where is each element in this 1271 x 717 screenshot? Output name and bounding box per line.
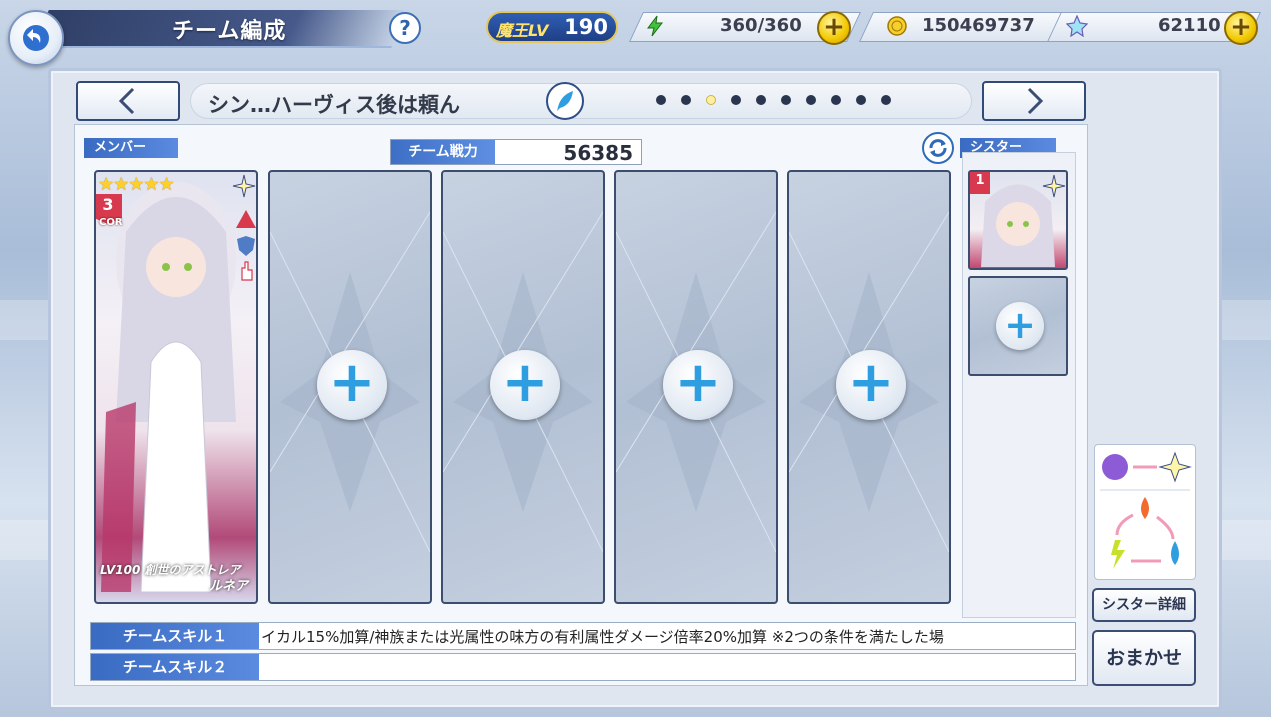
member-slot-4[interactable]: + — [614, 170, 778, 604]
sister-slot-2[interactable]: + — [968, 276, 1068, 376]
add-member-button[interactable]: + — [836, 350, 906, 420]
sister-detail-button[interactable]: シスター詳細 — [1092, 588, 1196, 622]
swap-refresh-button[interactable] — [922, 132, 954, 164]
page-dot[interactable] — [806, 95, 816, 105]
team-skill-label: チームスキル２ — [91, 654, 259, 680]
light-element-icon — [1158, 451, 1192, 483]
sister-rank-badge: 1 — [970, 172, 990, 194]
team-skill-text: イカル15%加算/神族または光属性の味方の有利属性ダメージ倍率20%加算 ※2つ… — [261, 628, 944, 646]
page-dot[interactable] — [756, 95, 766, 105]
feather-pen-icon — [557, 91, 573, 111]
element-cycle-diagram — [1100, 451, 1192, 569]
page-title: チーム編成 — [172, 19, 287, 44]
edit-name-button[interactable] — [546, 82, 584, 120]
chevron-left-icon — [118, 87, 135, 115]
add-member-button[interactable]: + — [663, 350, 733, 420]
page-dot[interactable] — [856, 95, 866, 105]
shield-icon — [237, 236, 255, 256]
page-dot[interactable] — [731, 95, 741, 105]
next-team-button[interactable] — [982, 81, 1086, 121]
team-page-indicator — [656, 95, 891, 105]
member-slot-5[interactable]: + — [787, 170, 951, 604]
light-element-icon — [232, 174, 256, 198]
chevron-right-icon — [1027, 87, 1044, 115]
team-skill-row: チームスキル１ イカル15%加算/神族または光属性の味方の有利属性ダメージ倍率2… — [90, 622, 1076, 650]
dark-element-icon — [1102, 454, 1128, 480]
water-element-icon — [1171, 541, 1179, 565]
character-portrait — [101, 182, 236, 593]
help-button[interactable]: ? — [389, 12, 421, 44]
top-bar: チーム編成 ? 魔王LV 190 360/360 + 150469737 621… — [0, 0, 1271, 66]
gem-value: 62110 — [1158, 15, 1221, 36]
add-member-button[interactable]: + — [490, 350, 560, 420]
team-skill-row: チームスキル２ — [90, 653, 1076, 681]
page-dot[interactable] — [781, 95, 791, 105]
gem-add-button[interactable]: + — [1224, 11, 1258, 45]
team-skill-label: チームスキル１ — [91, 623, 259, 649]
page-dot-active[interactable] — [706, 95, 716, 105]
team-power-value: 56385 — [563, 141, 633, 165]
page-dot[interactable] — [831, 95, 841, 105]
light-element-icon — [1042, 174, 1066, 198]
prev-team-button[interactable] — [76, 81, 180, 121]
character-name: ルネア — [208, 579, 248, 594]
gold-coin-icon — [887, 16, 907, 36]
add-sister-button[interactable]: + — [996, 302, 1044, 350]
sister-slot-1[interactable]: 1 — [968, 170, 1068, 270]
level-value: 190 — [564, 15, 608, 39]
member-slot-3[interactable]: + — [441, 170, 605, 604]
add-member-button[interactable]: + — [317, 350, 387, 420]
back-button[interactable] — [8, 10, 64, 66]
team-name: シン…ハーヴィス後は頼ん — [208, 93, 460, 117]
auto-assign-button[interactable]: おまかせ — [1092, 630, 1196, 686]
rank-suffix: COR — [99, 217, 123, 228]
fire-element-icon — [1141, 497, 1149, 519]
back-arrow-icon — [23, 25, 49, 51]
members-label: メンバー — [84, 138, 178, 158]
member-slot-1[interactable]: ★★★★★ 3 COR LV100 創世のアストレア ルネア — [94, 170, 258, 604]
element-affinity-chart — [1094, 444, 1196, 580]
gem-star-icon — [1066, 15, 1088, 37]
gold-value: 150469737 — [922, 15, 1035, 36]
thunder-element-icon — [1111, 540, 1125, 569]
level-badge: 魔王LV 190 — [486, 11, 618, 43]
page-dot[interactable] — [656, 95, 666, 105]
refresh-icon — [929, 139, 947, 157]
member-slot-2[interactable]: + — [268, 170, 432, 604]
page-dot[interactable] — [681, 95, 691, 105]
atk-role-icon — [236, 210, 256, 228]
team-power-label: チーム戦力 — [391, 140, 495, 164]
team-power-box: チーム戦力 56385 — [390, 139, 642, 165]
stamina-bolt-icon — [647, 15, 664, 37]
tap-hand-icon — [241, 261, 253, 281]
stamina-value: 360/360 — [720, 15, 802, 36]
page-dot[interactable] — [881, 95, 891, 105]
rarity-stars: ★★★★★ — [98, 174, 175, 195]
stamina-add-button[interactable]: + — [817, 11, 851, 45]
level-label: 魔王LV — [496, 21, 549, 40]
